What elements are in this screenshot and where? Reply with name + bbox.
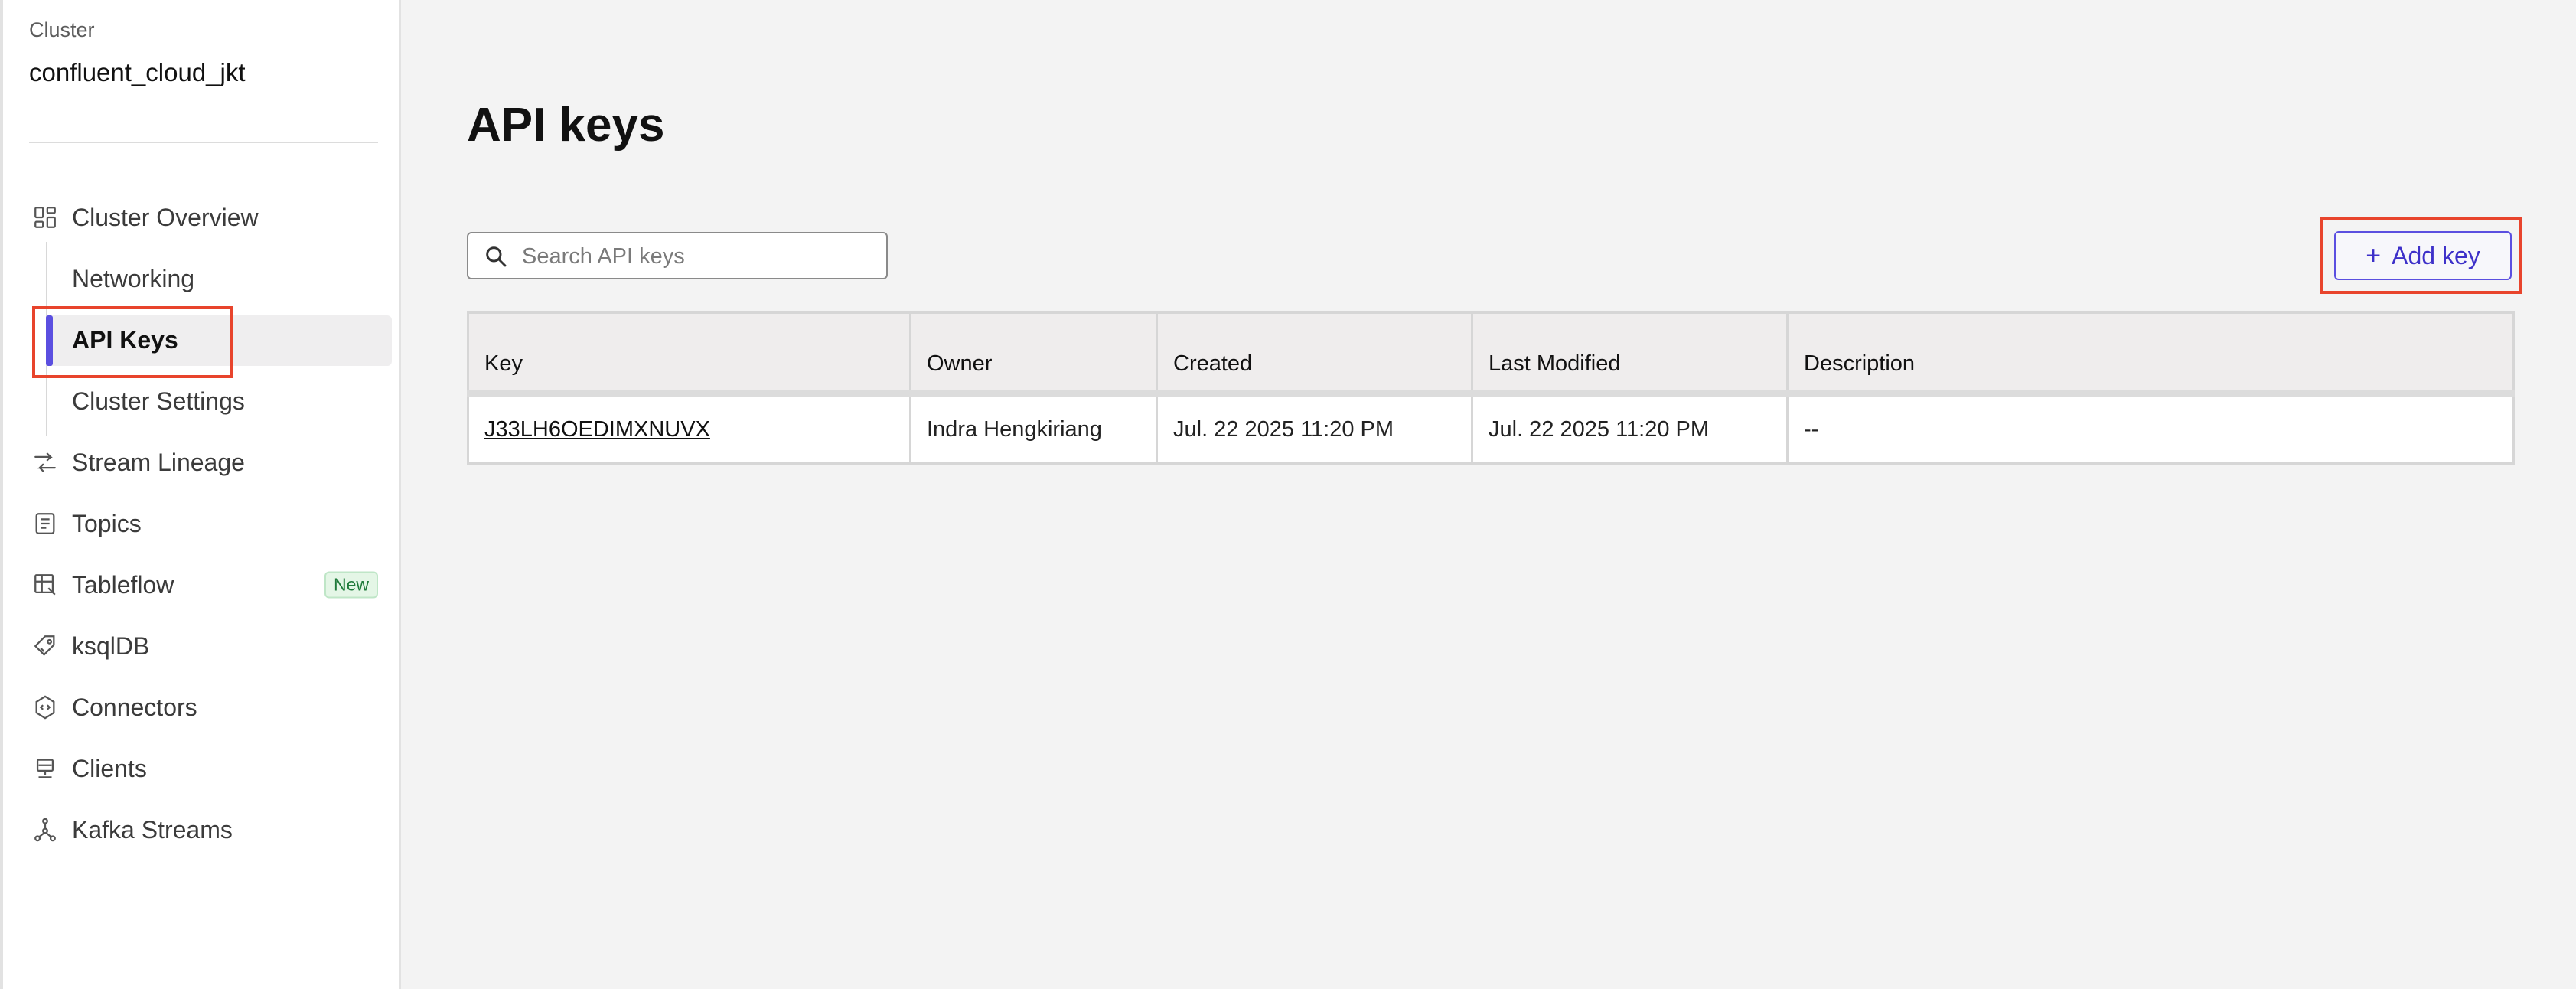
ksqldb-icon [34, 635, 55, 656]
sidebar-item-label: Cluster Settings [72, 387, 245, 415]
plus-icon: + [2366, 241, 2382, 270]
column-header-key[interactable]: Key [468, 312, 911, 397]
tableflow-icon [34, 574, 56, 596]
cluster-label: Cluster [29, 18, 95, 41]
sidebar-item-cluster-settings[interactable]: Cluster Settings [3, 377, 401, 426]
search-box[interactable] [467, 232, 888, 279]
cell-created: Jul. 22 2025 11:20 PM [1156, 393, 1473, 464]
table-row[interactable]: J33LH6OEDIMXNUVX Indra Hengkiriang Jul. … [468, 393, 2514, 464]
lineage-icon [34, 452, 56, 472]
cell-owner: Indra Hengkiriang [910, 393, 1158, 464]
sidebar-item-label: Stream Lineage [72, 448, 245, 476]
sidebar-item-label: Networking [72, 264, 195, 292]
cell-last-modified: Jul. 22 2025 11:20 PM [1472, 393, 1789, 464]
cell-description: -- [1787, 393, 2514, 464]
search-input[interactable] [520, 240, 876, 273]
clients-icon [36, 759, 54, 778]
dashboard-icon [34, 207, 56, 228]
sidebar-item-cluster-overview[interactable]: Cluster Overview [3, 193, 401, 242]
search-icon [486, 246, 507, 267]
sidebar-divider [29, 142, 378, 143]
column-header-last-modified[interactable]: Last Modified [1472, 312, 1789, 397]
add-key-label: Add key [2392, 241, 2480, 269]
column-header-owner[interactable]: Owner [910, 312, 1158, 397]
sidebar-item-label: Kafka Streams [72, 815, 233, 844]
add-key-button[interactable]: + Add key [2334, 231, 2512, 280]
sidebar-item-kafka-streams[interactable]: Kafka Streams [3, 805, 401, 854]
sidebar-item-tableflow[interactable]: Tableflow New [3, 560, 401, 609]
api-keys-highlight-box [32, 306, 233, 378]
topics-icon [35, 513, 55, 534]
sidebar-item-label: Cluster Overview [72, 203, 259, 231]
sidebar-item-clients[interactable]: Clients [3, 744, 401, 793]
cluster-name: confluent_cloud_jkt [29, 58, 246, 86]
api-key-link[interactable]: J33LH6OEDIMXNUVX [484, 417, 710, 442]
api-keys-table: Key Owner Created Last Modified Descript… [467, 311, 2515, 465]
table-header-row: Key Owner Created Last Modified Descript… [468, 312, 2514, 397]
column-header-created[interactable]: Created [1156, 312, 1473, 397]
sidebar: Cluster confluent_cloud_jkt Cluster Over… [0, 0, 401, 989]
sidebar-item-label: Clients [72, 754, 147, 782]
column-header-description[interactable]: Description [1787, 312, 2514, 397]
sidebar-item-ksqldb[interactable]: ksqlDB [3, 622, 401, 671]
sidebar-item-networking[interactable]: Networking [3, 254, 401, 303]
sidebar-item-label: Tableflow [72, 570, 174, 599]
new-badge: New [324, 571, 378, 599]
sidebar-item-topics[interactable]: Topics [3, 499, 401, 548]
sidebar-item-label: ksqlDB [72, 632, 150, 660]
connectors-icon [35, 695, 55, 720]
sidebar-item-stream-lineage[interactable]: Stream Lineage [3, 438, 401, 487]
page-title: API keys [467, 99, 665, 152]
cell-key: J33LH6OEDIMXNUVX [468, 393, 911, 464]
sidebar-item-connectors[interactable]: Connectors [3, 683, 401, 732]
sidebar-item-label: Topics [72, 509, 142, 537]
sidebar-item-label: Connectors [72, 693, 197, 721]
kafka-streams-icon [34, 818, 56, 842]
